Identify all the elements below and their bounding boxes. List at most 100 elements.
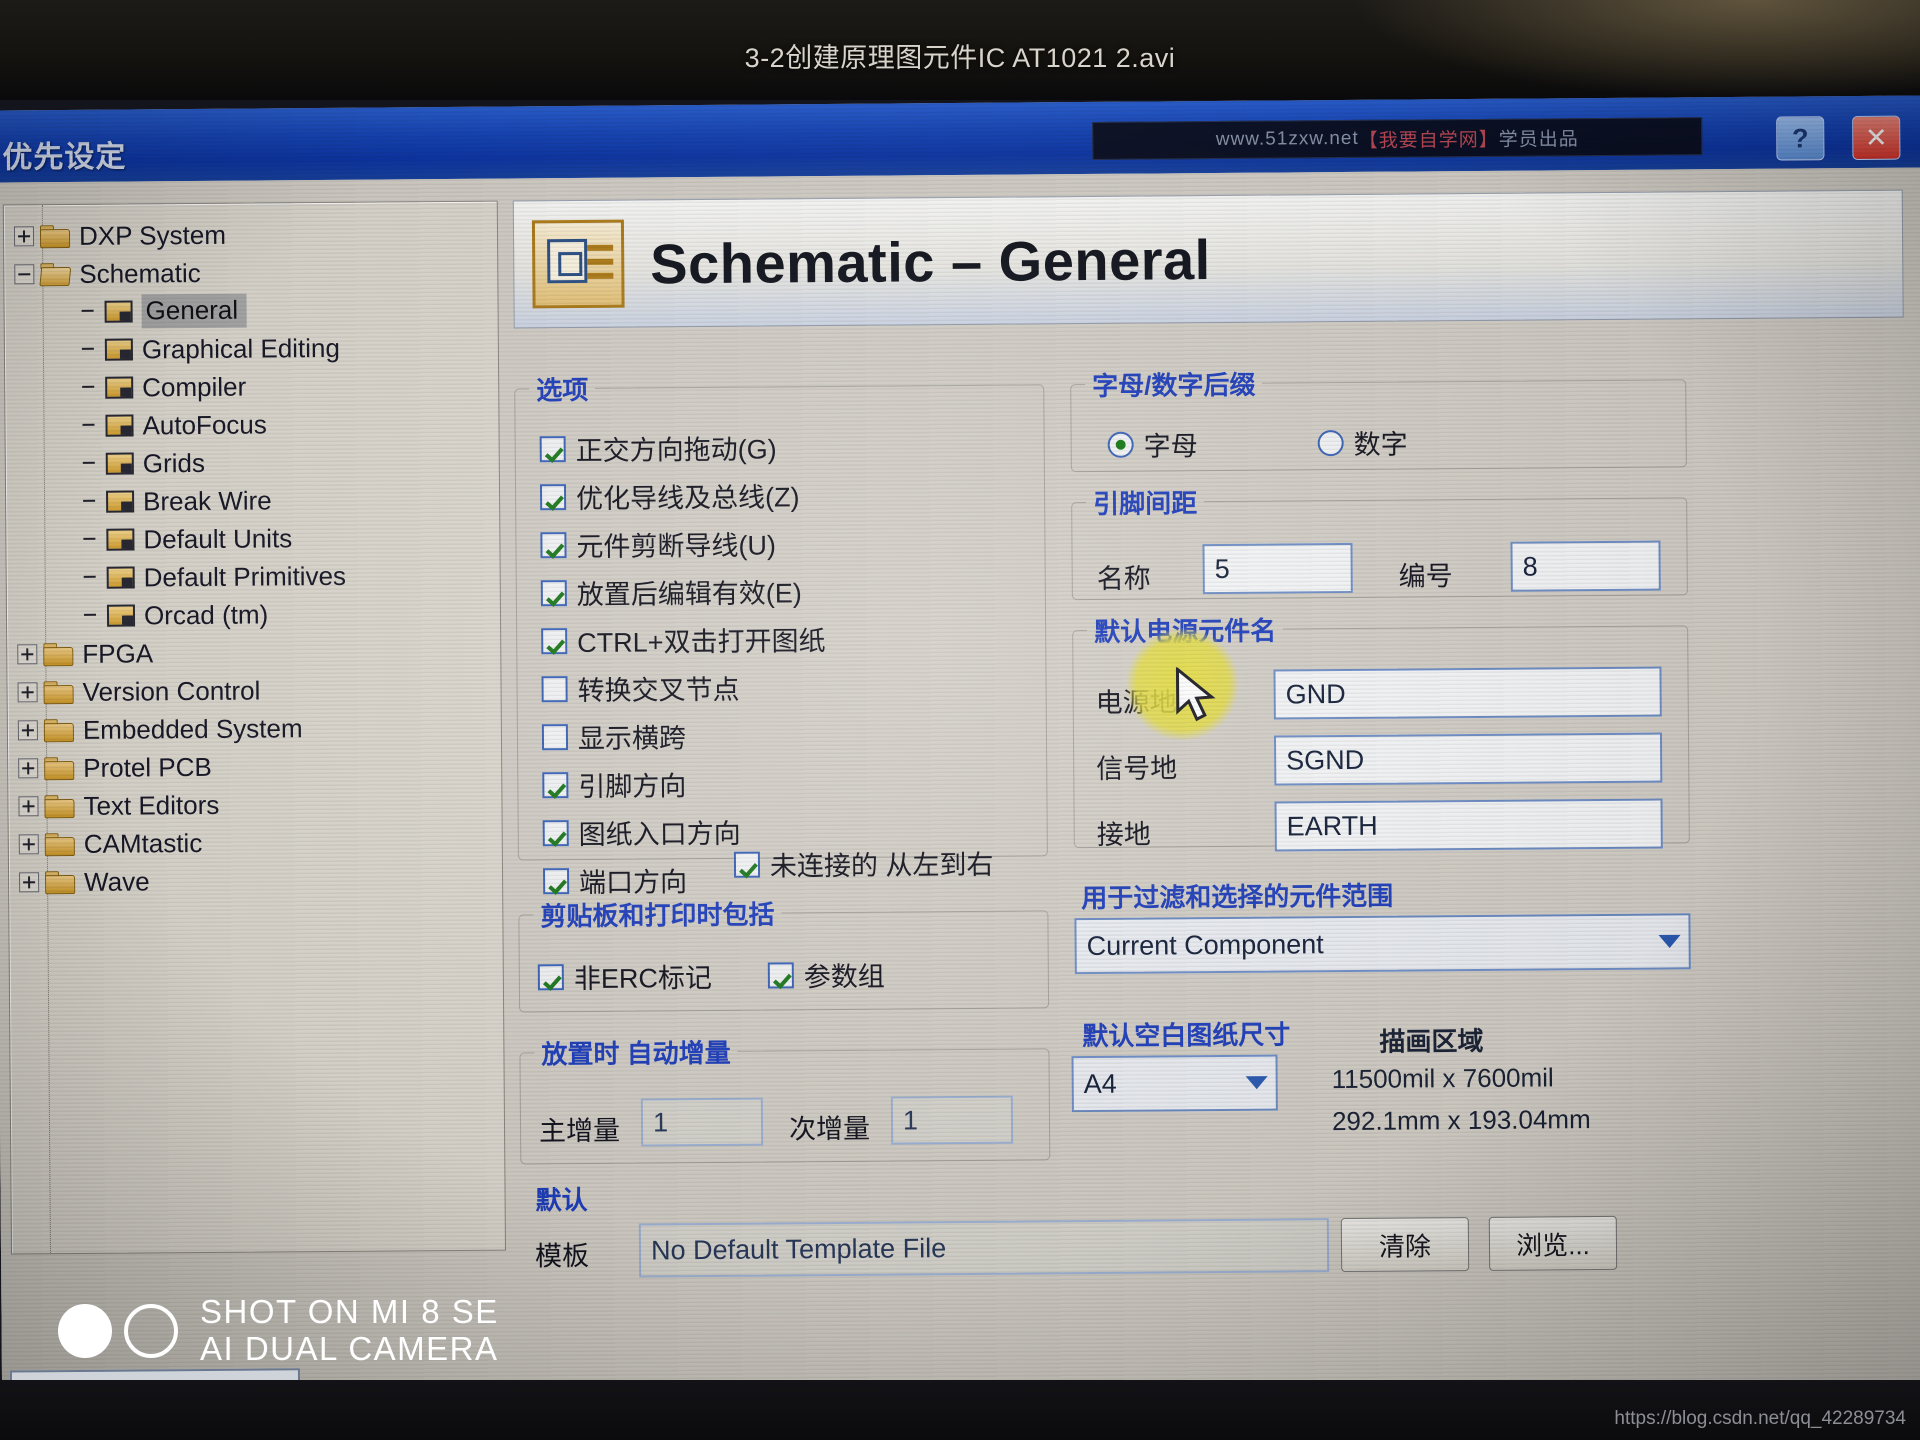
browse-button[interactable]: 浏览... [1488, 1215, 1618, 1271]
default-power-names-group: 默认电源元件名 电源地 GND 信号地 SGND 接地 EARTH [1072, 607, 1690, 852]
pin-number-input[interactable]: 8 [1510, 540, 1661, 592]
checkbox-no-erc-markers[interactable]: 非ERC标记 [537, 956, 712, 996]
tree-item-label: Schematic [79, 257, 201, 289]
tree-item-general[interactable]: General [14, 290, 497, 332]
template-input[interactable]: No Default Template File [638, 1218, 1330, 1278]
collapse-icon[interactable] [14, 264, 35, 285]
primary-increment-input[interactable]: 1 [640, 1097, 764, 1147]
radio-dot[interactable] [1107, 431, 1134, 458]
preferences-tree[interactable]: DXP System Schematic General Graphical Edit… [2, 200, 506, 1255]
dialog-client-area: DXP System Schematic General Graphical Edit… [0, 167, 1920, 1401]
clear-button[interactable]: 清除 [1340, 1217, 1470, 1273]
checkbox-unconnected-left-to-right[interactable]: 未连接的 从左到右 [733, 843, 994, 884]
checkbox-label: 端口方向 [578, 867, 688, 899]
draw-area-imperial: 11500mil x 7600mil [1331, 1062, 1554, 1095]
tree-item-dxp-system[interactable]: DXP System [13, 214, 497, 256]
alpha-numeric-suffix-group: 字母/数字后缀 字母 数字 [1070, 361, 1687, 473]
expand-icon[interactable] [17, 720, 38, 741]
page-icon [105, 452, 134, 475]
tree-item-graphical-editing[interactable]: Graphical Editing [15, 328, 498, 370]
expand-icon[interactable] [17, 682, 38, 703]
chevron-down-icon[interactable] [1245, 1076, 1268, 1090]
secondary-increment-input[interactable]: 1 [890, 1095, 1014, 1145]
expand-icon[interactable] [18, 834, 39, 855]
checkbox-label: 参数组 [803, 961, 885, 993]
close-button[interactable]: ✕ [1852, 115, 1901, 160]
page-icon [106, 528, 135, 551]
expand-icon[interactable] [18, 796, 39, 817]
earth-input[interactable]: EARTH [1274, 798, 1663, 852]
tree-item-autofocus[interactable]: AutoFocus [15, 404, 498, 446]
tree-item-label: Default Primitives [143, 560, 347, 592]
checkbox-box[interactable] [540, 531, 567, 558]
expand-icon[interactable] [18, 758, 39, 779]
power-ground-label: 电源地 [1095, 687, 1177, 718]
checkbox-box[interactable] [539, 435, 566, 462]
power-ground-input[interactable]: GND [1273, 666, 1662, 720]
checkbox-box[interactable] [767, 961, 794, 989]
checkbox-box[interactable] [733, 851, 761, 878]
schematic-icon [531, 219, 625, 309]
tree-item-version-control[interactable]: Version Control [17, 670, 500, 712]
tree-item-schematic[interactable]: Schematic [14, 252, 497, 294]
radio-numeric[interactable]: 数字 [1317, 422, 1408, 462]
tree-item-protel-pcb[interactable]: Protel PCB [18, 746, 501, 788]
tree-item-orcad-tm[interactable]: Orcad (tm) [17, 594, 500, 636]
sheet-size-combo[interactable]: A4 [1071, 1054, 1278, 1113]
checkbox-box[interactable] [542, 771, 569, 798]
expand-icon[interactable] [17, 644, 38, 665]
tree-item-wave[interactable]: Wave [19, 860, 502, 902]
checkbox-label: 显示横跨 [577, 723, 687, 755]
tree-item-fpga[interactable]: FPGA [17, 632, 500, 674]
radio-alpha[interactable]: 字母 [1107, 424, 1198, 464]
checkbox-sheet-entry-direction[interactable]: 图纸入口方向 [542, 812, 741, 853]
checkbox-label: 转换交叉节点 [577, 674, 740, 707]
radio-dot[interactable] [1317, 429, 1344, 456]
tree-item-label: Compiler [142, 371, 247, 402]
tree-item-default-primitives[interactable]: Default Primitives [17, 556, 500, 598]
checkbox-ctrl-double-click-open-sheet[interactable]: CTRL+双击打开图纸 [541, 619, 826, 660]
checkbox-port-direction[interactable]: 端口方向 [542, 860, 688, 900]
tree-item-break-wire[interactable]: Break Wire [16, 480, 499, 522]
checkbox-box[interactable] [540, 579, 567, 606]
checkbox-orthogonal-drag[interactable]: 正交方向拖动(G) [539, 427, 777, 468]
expand-icon[interactable] [13, 226, 35, 247]
sheet-size-value: A4 [1083, 1068, 1117, 1099]
folder-icon [43, 642, 74, 666]
pin-name-input[interactable]: 5 [1202, 542, 1353, 595]
checkbox-box[interactable] [541, 675, 568, 702]
tree-item-default-units[interactable]: Default Units [16, 518, 499, 560]
checkbox-box[interactable] [541, 627, 568, 654]
tree-item-compiler[interactable]: Compiler [15, 366, 498, 408]
default-power-names-legend: 默认电源元件名 [1094, 615, 1277, 647]
signal-ground-input[interactable]: SGND [1273, 732, 1663, 786]
checkbox-box[interactable] [542, 819, 569, 846]
tree-spacer [80, 454, 100, 474]
tree-spacer [81, 568, 101, 588]
tree-spacer [80, 492, 100, 512]
help-button[interactable]: ? [1776, 116, 1825, 161]
tree-item-camtastic[interactable]: CAMtastic [18, 822, 502, 864]
page-icon [106, 604, 136, 627]
radio-label: 字母 [1143, 431, 1198, 462]
tree-item-embedded-system[interactable]: Embedded System [17, 708, 501, 750]
checkbox-label: 放置后编辑有效(E) [576, 578, 802, 611]
checkbox-components-cut-wires[interactable]: 元件剪断导线(U) [540, 523, 776, 564]
checkbox-box[interactable] [537, 963, 564, 990]
checkbox-box[interactable] [542, 867, 570, 894]
checkbox-pin-direction[interactable]: 引脚方向 [542, 764, 686, 804]
filter-scope-combo[interactable]: Current Component [1074, 913, 1691, 975]
checkbox-convert-cross-junctions[interactable]: 转换交叉节点 [541, 668, 740, 709]
checkbox-parameter-sets[interactable]: 参数组 [767, 955, 885, 995]
tree-item-text-editors[interactable]: Text Editors [18, 784, 501, 826]
expand-icon[interactable] [19, 872, 40, 893]
filter-scope-value: Current Component [1086, 928, 1324, 961]
tree-item-grids[interactable]: Grids [16, 442, 499, 484]
chevron-down-icon[interactable] [1658, 934, 1681, 949]
checkbox-box[interactable] [539, 483, 567, 510]
checkbox-optimize-wires-buses[interactable]: 优化导线及总线(Z) [539, 475, 800, 516]
tree-spacer [81, 606, 101, 626]
checkbox-box[interactable] [541, 723, 569, 750]
checkbox-enable-inplace-editing[interactable]: 放置后编辑有效(E) [540, 571, 802, 612]
checkbox-display-cross-overs[interactable]: 显示横跨 [541, 716, 687, 756]
